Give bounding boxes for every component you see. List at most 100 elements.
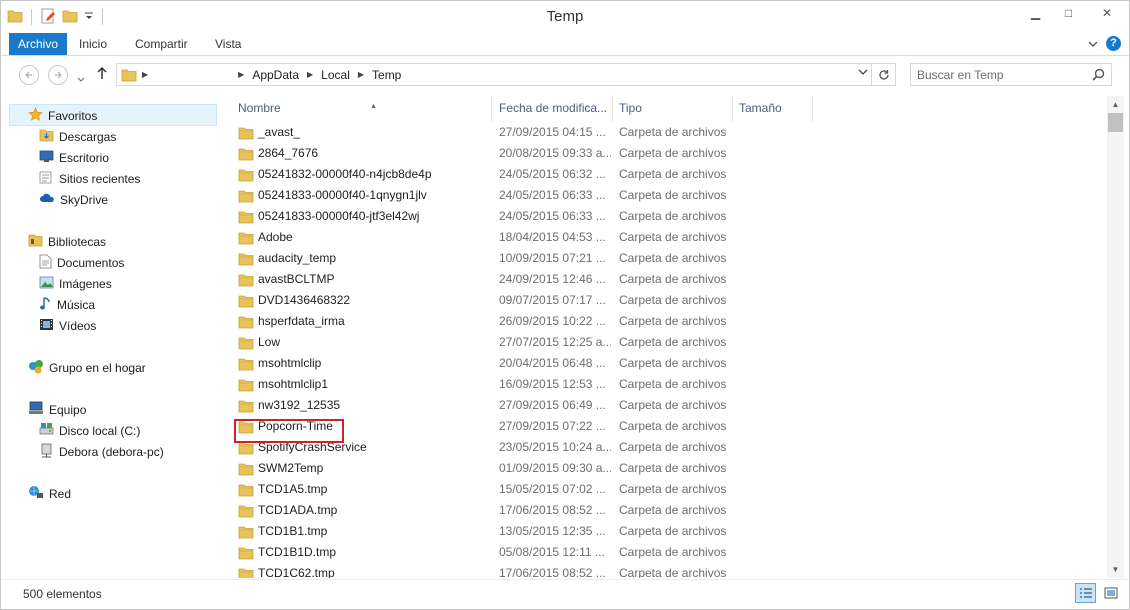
search-input[interactable] [917, 67, 1087, 82]
file-name-cell[interactable]: TCD1ADA.tmp [238, 500, 493, 521]
nav-documentos[interactable]: Documentos [39, 252, 124, 273]
file-name-cell[interactable]: _avast_ [238, 122, 493, 143]
search-box[interactable] [910, 63, 1112, 86]
nav-disco-local[interactable]: Disco local (C:) [39, 420, 140, 441]
breadcrumb-separator-icon[interactable]: ▶ [137, 70, 153, 79]
help-icon[interactable]: ? [1106, 36, 1121, 51]
file-name-cell[interactable]: nw3192_12535 [238, 395, 493, 416]
file-row[interactable]: TCD1ADA.tmp 17/06/2015 08:52 ... Carpeta d… [219, 500, 1107, 521]
column-header-fecha[interactable]: Fecha de modifica... [493, 96, 613, 122]
nav-red[interactable]: Red [28, 483, 71, 504]
file-row[interactable]: msohtmlclip 20/04/2015 06:48 ... Carpeta d… [219, 353, 1107, 374]
file-name-cell[interactable]: audacity_temp [238, 248, 493, 269]
breadcrumb-local[interactable]: Local [318, 68, 353, 82]
nav-descargas[interactable]: Descargas [39, 126, 116, 147]
column-label: Tamaño [739, 101, 782, 115]
nav-equipo[interactable]: Equipo [28, 399, 86, 420]
breadcrumb-appdata[interactable]: AppData [249, 68, 302, 82]
nav-grupo-hogar[interactable]: Grupo en el hogar [28, 357, 146, 378]
file-row[interactable]: Low 27/07/2015 12:25 a... Carpeta de archi… [219, 332, 1107, 353]
tab-inicio[interactable]: Inicio [70, 33, 116, 55]
file-name-cell[interactable]: 05241833-00000f40-1qnygn1jlv [238, 185, 493, 206]
file-name-cell[interactable]: TCD1C62.tmp [238, 563, 493, 578]
nav-debora-pc[interactable]: Debora (debora-pc) [39, 441, 164, 462]
nav-musica[interactable]: Música [39, 294, 95, 315]
file-row[interactable]: Adobe 18/04/2015 04:53 ... Carpeta de arch… [219, 227, 1107, 248]
file-row[interactable]: 05241833-00000f40-1qnygn1jlv 24/05/2015 0… [219, 185, 1107, 206]
scroll-down-icon[interactable]: ▼ [1107, 561, 1124, 578]
recent-locations-icon[interactable] [77, 72, 85, 86]
file-row[interactable]: 05241832-00000f40-n4jcb8de4p 24/05/2015 0… [219, 164, 1107, 185]
file-row[interactable]: msohtmlclip1 16/09/2015 12:53 ... Carpeta … [219, 374, 1107, 395]
file-name-cell[interactable]: msohtmlclip1 [238, 374, 493, 395]
address-dropdown-icon[interactable] [858, 68, 868, 78]
file-row[interactable]: TCD1C62.tmp 17/06/2015 08:52 ... Carpeta d… [219, 563, 1107, 578]
forward-button[interactable] [48, 65, 68, 85]
file-row[interactable]: TCD1A5.tmp 15/05/2015 07:02 ... Carpeta de… [219, 479, 1107, 500]
file-type: Carpeta de archivos [619, 377, 727, 391]
expand-ribbon-icon[interactable] [1088, 37, 1098, 51]
file-name-cell[interactable]: 05241833-00000f40-jtf3el42wj [238, 206, 493, 227]
file-name: TCD1B1.tmp [258, 524, 328, 538]
scroll-up-icon[interactable]: ▲ [1107, 96, 1124, 113]
file-name-cell[interactable]: TCD1B1.tmp [238, 521, 493, 542]
refresh-button[interactable] [872, 63, 896, 86]
nav-imagenes[interactable]: Imágenes [39, 273, 112, 294]
file-row[interactable]: TCD1B1D.tmp 05/08/2015 12:11 ... Carpeta d… [219, 542, 1107, 563]
close-button[interactable]: ✕ [1085, 1, 1129, 25]
file-row[interactable]: _avast_ 27/09/2015 04:15 ... Carpeta de ar… [219, 122, 1107, 143]
column-header-tipo[interactable]: Tipo [613, 96, 733, 122]
sort-ascending-icon: ▲ [370, 103, 377, 110]
file-name-cell[interactable]: TCD1B1D.tmp [238, 542, 493, 563]
up-button[interactable] [96, 66, 108, 84]
nav-videos[interactable]: Vídeos [39, 315, 96, 336]
tab-compartir[interactable]: Compartir [126, 33, 197, 55]
nav-favoritos[interactable]: Favoritos [28, 105, 97, 126]
file-row[interactable]: audacity_temp 10/09/2015 07:21 ... Carpeta… [219, 248, 1107, 269]
folder-icon [238, 273, 254, 287]
column-header-tamano[interactable]: Tamaño [733, 96, 813, 122]
file-name-cell[interactable]: Low [238, 332, 493, 353]
search-icon[interactable] [1092, 68, 1105, 84]
file-name-cell[interactable]: SWM2Temp [238, 458, 493, 479]
address-bar[interactable]: ▶ ▶ AppData ▶ Local ▶ Temp [116, 63, 872, 86]
tab-vista[interactable]: Vista [206, 33, 250, 55]
vertical-scrollbar[interactable]: ▲ ▼ [1107, 96, 1124, 578]
tab-archivo[interactable]: Archivo [9, 33, 68, 55]
file-row[interactable]: hsperfdata_irma 26/09/2015 10:22 ... Carpe… [219, 311, 1107, 332]
file-row[interactable]: avastBCLTMP 24/09/2015 12:46 ... Carpeta d… [219, 269, 1107, 290]
file-name-cell[interactable]: 05241832-00000f40-n4jcb8de4p [238, 164, 493, 185]
file-row[interactable]: 2864_7676 20/08/2015 09:33 a... Carpeta de… [219, 143, 1107, 164]
large-icons-view-button[interactable] [1100, 583, 1121, 603]
back-button[interactable] [19, 65, 39, 85]
scrollbar-thumb[interactable] [1108, 113, 1123, 132]
breadcrumb-temp[interactable]: Temp [369, 68, 404, 82]
nav-skydrive[interactable]: SkyDrive [39, 189, 108, 210]
file-name-cell[interactable]: Adobe [238, 227, 493, 248]
explorer-window: Temp ▁ □ ✕ Archivo Inicio Compartir Vist… [0, 0, 1130, 610]
file-name-cell[interactable]: TCD1A5.tmp [238, 479, 493, 500]
breadcrumb-separator-icon[interactable]: ▶ [353, 70, 369, 79]
maximize-button[interactable]: □ [1052, 1, 1085, 25]
nav-sitios-recientes[interactable]: Sitios recientes [39, 168, 140, 189]
file-row[interactable]: SpotifyCrashService 23/05/2015 10:24 a...… [219, 437, 1107, 458]
file-row[interactable]: 05241833-00000f40-jtf3el42wj 24/05/2015 0… [219, 206, 1107, 227]
column-header-nombre[interactable]: ▲ Nombre [232, 96, 492, 122]
file-name-cell[interactable]: DVD1436468322 [238, 290, 493, 311]
file-name-cell[interactable]: hsperfdata_irma [238, 311, 493, 332]
file-name-cell[interactable]: 2864_7676 [238, 143, 493, 164]
file-name-cell[interactable]: avastBCLTMP [238, 269, 493, 290]
details-view-button[interactable] [1075, 583, 1096, 603]
file-row[interactable]: SWM2Temp 01/09/2015 09:30 a... Carpeta de … [219, 458, 1107, 479]
drive-icon [39, 422, 54, 439]
file-name-cell[interactable]: msohtmlclip [238, 353, 493, 374]
minimize-button[interactable]: ▁ [1019, 1, 1052, 25]
breadcrumb-separator-icon[interactable]: ▶ [233, 70, 249, 79]
breadcrumb-separator-icon[interactable]: ▶ [302, 70, 318, 79]
nav-bibliotecas[interactable]: Bibliotecas [28, 231, 106, 252]
file-row[interactable]: nw3192_12535 27/09/2015 06:49 ... Carpeta … [219, 395, 1107, 416]
file-row[interactable]: TCD1B1.tmp 13/05/2015 12:35 ... Carpeta de… [219, 521, 1107, 542]
nav-escritorio[interactable]: Escritorio [39, 147, 109, 168]
file-row[interactable]: DVD1436468322 09/07/2015 07:17 ... Carpeta… [219, 290, 1107, 311]
file-row[interactable]: Popcorn-Time 27/09/2015 07:22 ... Carpeta … [219, 416, 1107, 437]
